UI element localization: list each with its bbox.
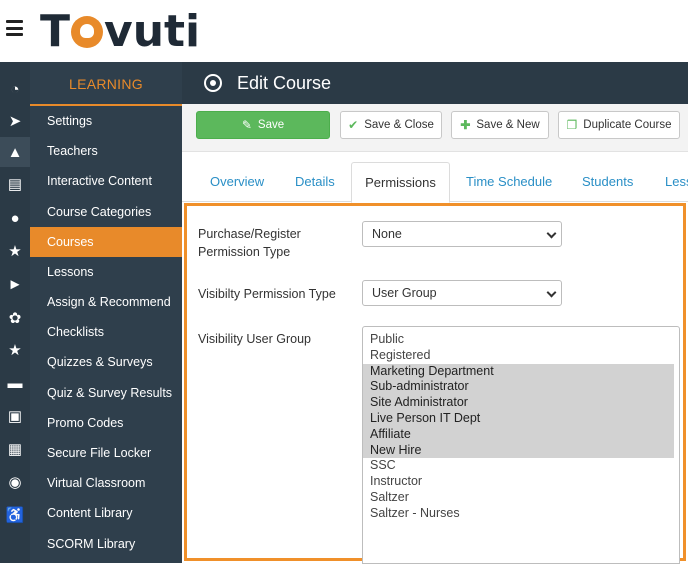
users-icon[interactable]: ● xyxy=(0,203,30,233)
megaphone-icon[interactable]: ► xyxy=(0,269,30,299)
tab-lessons[interactable]: Less xyxy=(665,162,688,202)
list-item[interactable]: Public xyxy=(363,332,674,348)
sidebar-item-interactive-content[interactable]: Interactive Content xyxy=(30,166,182,196)
trophy-icon[interactable]: ★ xyxy=(0,236,30,266)
list-item[interactable]: New Hire xyxy=(363,442,674,459)
sidebar-header: LEARNING xyxy=(30,62,182,106)
sidebar-item-content-library[interactable]: Content Library xyxy=(30,498,182,528)
sidebar-item-scorm-library[interactable]: SCORM Library xyxy=(30,529,182,559)
tovuti-logo[interactable]: Tvuti xyxy=(40,4,200,60)
tab-details[interactable]: Details xyxy=(295,162,335,202)
purchase-permission-select[interactable]: None xyxy=(362,221,562,247)
sidebar-item-lessons[interactable]: Lessons xyxy=(30,257,182,287)
sidebar: LEARNING Settings Teachers Interactive C… xyxy=(30,62,182,563)
feather-icon[interactable]: ✿ xyxy=(0,303,30,333)
visibility-permission-type-value: User Group xyxy=(372,286,437,300)
sidebar-item-assign-recommend[interactable]: Assign & Recommend xyxy=(30,287,182,317)
icon-rail: ◔ ➤ ▲ ▤ ● ★ ► ✿ ★ ▬ ▣ ▦ ◉ ♿ xyxy=(0,62,30,563)
sidebar-item-virtual-classroom[interactable]: Virtual Classroom xyxy=(30,468,182,498)
visibility-user-group-label: Visibility User Group xyxy=(198,332,312,346)
chat-icon[interactable]: ◉ xyxy=(0,467,30,497)
bar-chart-icon[interactable]: ▤ xyxy=(0,169,30,199)
list-item[interactable]: Sub-administrator xyxy=(363,379,674,396)
duplicate-course-button[interactable]: ❐ Duplicate Course xyxy=(558,111,680,139)
hamburger-menu-icon[interactable] xyxy=(6,20,23,37)
purchase-permission-label: Purchase/Register Permission Type xyxy=(198,227,301,259)
save-new-button[interactable]: ✚ Save & New xyxy=(451,111,549,139)
sidebar-item-settings[interactable]: Settings xyxy=(30,106,182,136)
tab-overview[interactable]: Overview xyxy=(210,162,264,202)
calendar-icon[interactable]: ▦ xyxy=(0,434,30,464)
tab-time-schedule[interactable]: Time Schedule xyxy=(466,162,552,202)
course-tabs: Overview Details Permissions Time Schedu… xyxy=(182,162,688,203)
save-new-button-label: Save & New xyxy=(476,119,540,131)
top-bar: Tvuti xyxy=(0,0,688,62)
sidebar-item-courses[interactable]: Courses xyxy=(30,227,182,257)
save-button-label: Save xyxy=(257,119,285,131)
sidebar-item-secure-file-locker[interactable]: Secure File Locker xyxy=(30,438,182,468)
list-item[interactable]: Instructor xyxy=(363,474,674,490)
toolbar: ✎ Save ✔ Save & Close ✚ Save & New ❐ Dup… xyxy=(182,104,688,152)
copy-icon: ❐ xyxy=(566,118,578,132)
tab-students[interactable]: Students xyxy=(582,162,633,202)
sidebar-item-checklists[interactable]: Checklists xyxy=(30,317,182,347)
list-item[interactable]: Affiliate xyxy=(363,426,674,443)
accessibility-icon[interactable]: ♿ xyxy=(0,500,30,530)
check-icon: ✔ xyxy=(348,118,359,132)
duplicate-course-button-label: Duplicate Course xyxy=(583,119,672,131)
list-item[interactable]: Saltzer - Nurses xyxy=(363,506,674,522)
page-title: Edit Course xyxy=(237,73,332,93)
list-item[interactable]: Site Administrator xyxy=(363,395,674,411)
rocket-icon[interactable]: ➤ xyxy=(0,106,30,136)
dashboard-icon[interactable]: ◔ xyxy=(0,74,30,104)
list-item[interactable]: SSC xyxy=(363,458,674,474)
sidebar-item-quiz-survey-results[interactable]: Quiz & Survey Results xyxy=(30,378,182,408)
target-icon xyxy=(204,74,222,92)
sidebar-item-promo-codes[interactable]: Promo Codes xyxy=(30,408,182,438)
visibility-permission-type-label: Visibilty Permission Type xyxy=(198,287,336,301)
visibility-permission-type-select[interactable]: User Group xyxy=(362,280,562,306)
visibility-user-group-multiselect[interactable]: Public Registered Marketing Department S… xyxy=(362,326,680,564)
purchase-permission-value: None xyxy=(372,227,402,241)
star-icon[interactable]: ★ xyxy=(0,335,30,365)
tab-permissions[interactable]: Permissions xyxy=(351,162,450,203)
main-content: Edit Course ✎ Save ✔ Save & Close ✚ Save… xyxy=(182,62,688,564)
list-item[interactable]: Live Person IT Dept xyxy=(363,410,674,427)
title-bar: Edit Course xyxy=(182,62,688,104)
sidebar-item-quizzes-surveys[interactable]: Quizzes & Surveys xyxy=(30,347,182,377)
list-item[interactable]: Registered xyxy=(363,348,674,364)
chevron-down-icon xyxy=(546,287,557,298)
chevron-down-icon xyxy=(546,228,557,239)
sidebar-item-teachers[interactable]: Teachers xyxy=(30,136,182,166)
permissions-panel: Purchase/Register Permission Type None V… xyxy=(184,203,686,564)
graduation-cap-icon[interactable]: ▲ xyxy=(0,137,30,167)
credit-card-icon[interactable]: ▬ xyxy=(0,368,30,398)
plus-icon: ✚ xyxy=(460,118,471,132)
list-item[interactable]: Marketing Department xyxy=(363,363,674,380)
save-close-button-label: Save & Close xyxy=(364,119,434,131)
sidebar-item-course-categories[interactable]: Course Categories xyxy=(30,197,182,227)
save-close-button[interactable]: ✔ Save & Close xyxy=(340,111,442,139)
save-button[interactable]: ✎ Save xyxy=(196,111,330,139)
list-item[interactable]: Saltzer xyxy=(363,490,674,506)
id-badge-icon[interactable]: ▣ xyxy=(0,401,30,431)
edit-icon: ✎ xyxy=(241,118,252,132)
